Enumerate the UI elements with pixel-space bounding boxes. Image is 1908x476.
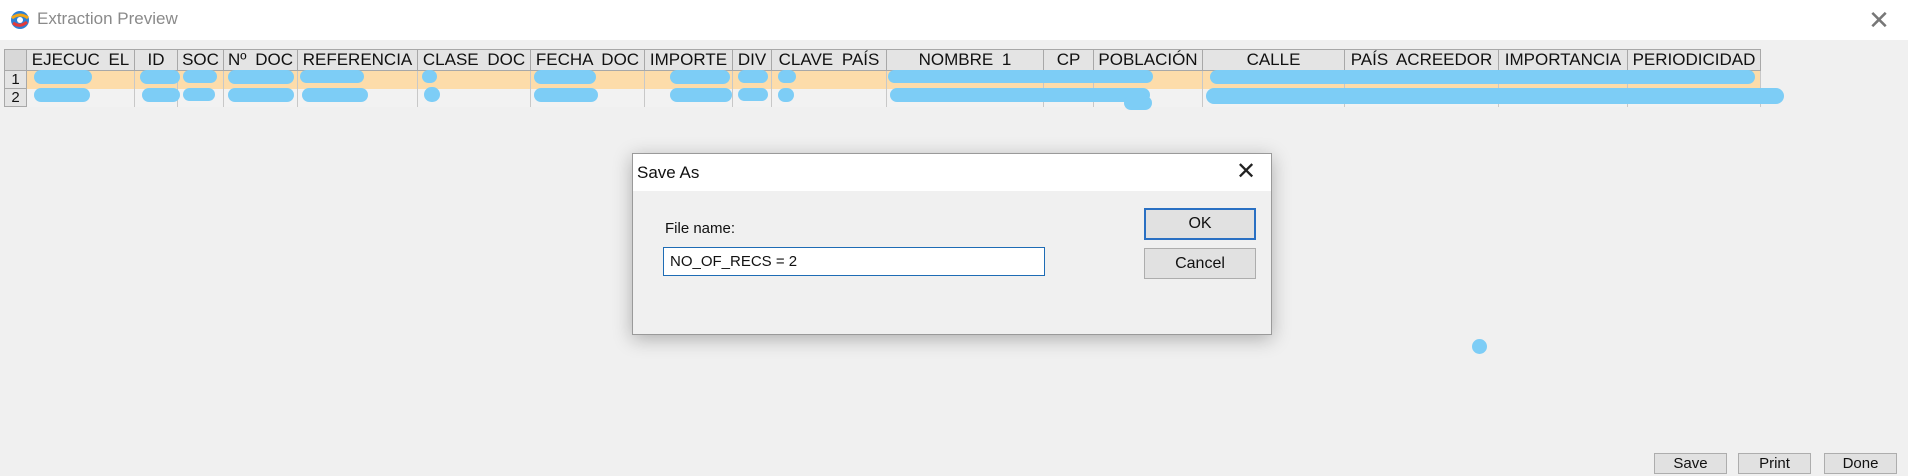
column-header[interactable]: CP bbox=[1043, 49, 1094, 71]
column-header[interactable]: SOC bbox=[177, 49, 224, 71]
column-header[interactable]: PERIODICIDAD bbox=[1627, 49, 1761, 71]
print-button[interactable]: Print bbox=[1738, 453, 1811, 474]
column-header[interactable]: CLAVE PAÍS bbox=[771, 49, 887, 71]
done-button[interactable]: Done bbox=[1824, 453, 1897, 474]
redaction-mark bbox=[142, 88, 180, 102]
window-title: Extraction Preview bbox=[37, 9, 178, 28]
close-icon[interactable]: ✕ bbox=[1862, 4, 1896, 36]
redaction-mark bbox=[1206, 88, 1784, 104]
cancel-button[interactable]: Cancel bbox=[1144, 248, 1256, 279]
file-name-input[interactable] bbox=[663, 247, 1045, 276]
dialog-close-icon[interactable]: ✕ bbox=[1231, 156, 1261, 188]
redaction-mark bbox=[424, 87, 440, 102]
column-header[interactable]: CALLE bbox=[1202, 49, 1345, 71]
column-header[interactable]: IMPORTANCIA bbox=[1498, 49, 1628, 71]
column-header[interactable]: POBLACIÓN bbox=[1093, 49, 1203, 71]
corner-cell[interactable] bbox=[4, 49, 27, 71]
window-titlebar: Extraction Preview ✕ bbox=[0, 0, 1908, 40]
redaction-mark bbox=[34, 88, 90, 102]
redaction-mark bbox=[890, 88, 1150, 102]
column-header[interactable]: FECHA DOC bbox=[530, 49, 645, 71]
redaction-mark bbox=[888, 70, 1153, 83]
column-header[interactable]: EJECUC EL bbox=[26, 49, 135, 71]
column-header[interactable]: Nº DOC bbox=[223, 49, 298, 71]
redaction-mark bbox=[778, 70, 796, 83]
redaction-mark bbox=[228, 70, 294, 84]
column-header[interactable]: NOMBRE 1 bbox=[886, 49, 1044, 71]
redaction-mark bbox=[34, 70, 92, 84]
redaction-mark bbox=[670, 70, 730, 84]
redaction-mark bbox=[300, 70, 364, 83]
column-header[interactable]: IMPORTE bbox=[644, 49, 733, 71]
redaction-mark bbox=[302, 88, 368, 102]
redaction-mark bbox=[670, 88, 732, 102]
redaction-mark bbox=[422, 70, 437, 83]
column-header[interactable]: REFERENCIA bbox=[297, 49, 418, 71]
dialog-titlebar: Save As ✕ bbox=[633, 154, 1271, 191]
column-header[interactable]: PAÍS ACREEDOR bbox=[1344, 49, 1499, 71]
column-header[interactable]: CLASE DOC bbox=[417, 49, 531, 71]
table-header-row: EJECUC EL ID SOC Nº DOC REFERENCIA CLASE… bbox=[4, 49, 1761, 71]
redaction-mark bbox=[1472, 339, 1487, 354]
redaction-mark bbox=[183, 70, 217, 83]
save-button[interactable]: Save bbox=[1654, 453, 1727, 474]
ok-button[interactable]: OK bbox=[1144, 208, 1256, 240]
row-number[interactable]: 1 bbox=[4, 70, 27, 89]
redaction-mark bbox=[534, 70, 596, 84]
redaction-mark bbox=[183, 88, 215, 101]
app-globe-icon bbox=[11, 11, 29, 29]
redaction-mark bbox=[140, 70, 180, 84]
redaction-mark bbox=[738, 88, 768, 101]
redaction-mark bbox=[738, 70, 768, 83]
file-name-label: File name: bbox=[665, 220, 736, 237]
redaction-mark bbox=[1124, 96, 1152, 110]
redaction-mark bbox=[534, 88, 598, 102]
redaction-mark bbox=[778, 88, 794, 102]
redaction-mark bbox=[1210, 70, 1755, 84]
column-header[interactable]: ID bbox=[134, 49, 178, 71]
save-as-dialog: Save As ✕ File name: OK Cancel bbox=[632, 153, 1272, 335]
column-header[interactable]: DIV bbox=[732, 49, 772, 71]
dialog-title: Save As bbox=[637, 163, 700, 182]
redaction-mark bbox=[228, 88, 294, 102]
row-number[interactable]: 2 bbox=[4, 88, 27, 107]
